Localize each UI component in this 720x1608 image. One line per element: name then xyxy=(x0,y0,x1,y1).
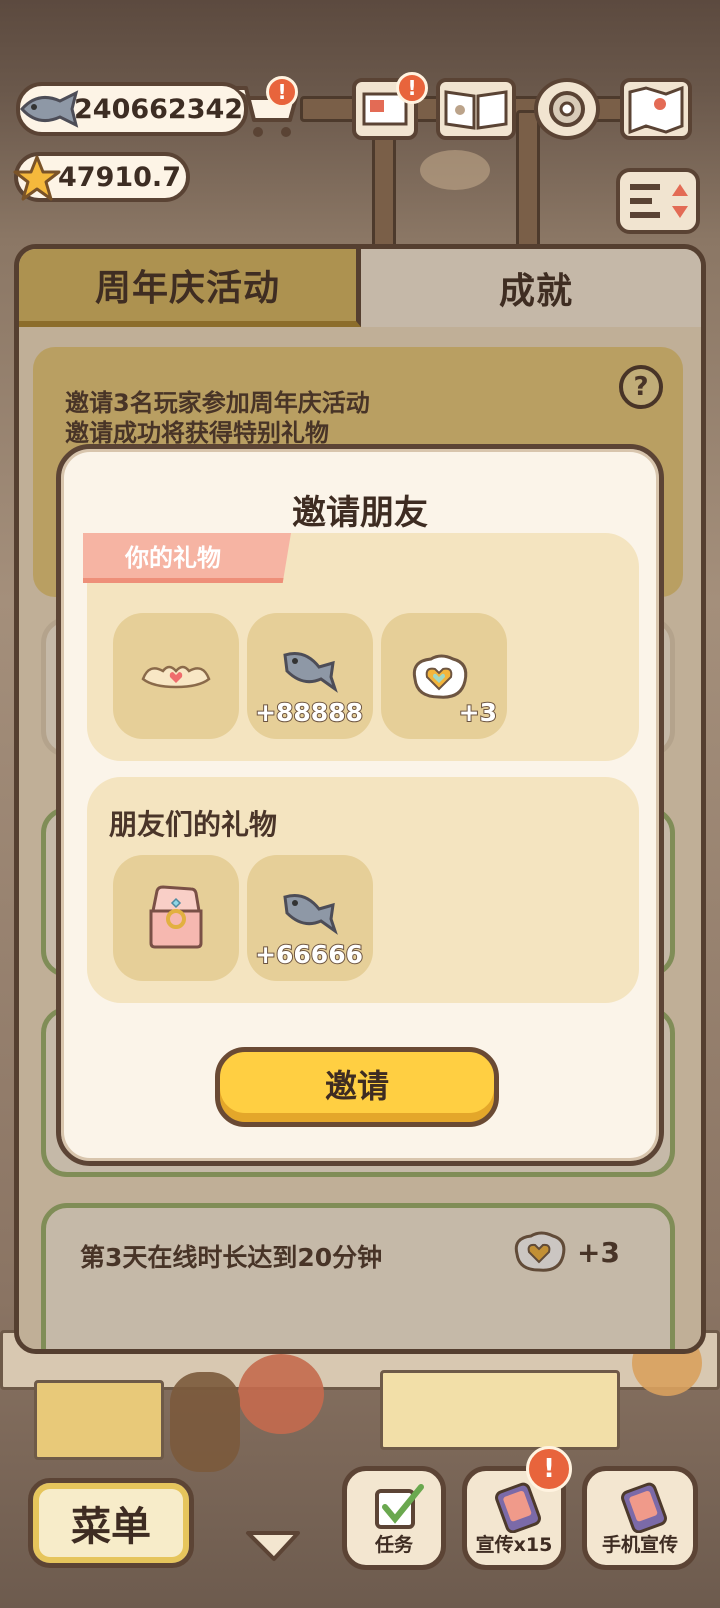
your-gifts-section: 你的礼物 +88888 +3 xyxy=(83,533,639,761)
gift-slot: +66666 xyxy=(247,855,373,981)
bread-stand xyxy=(34,1380,164,1460)
fish-icon xyxy=(19,90,79,128)
gift-count: +3 xyxy=(458,697,498,728)
fish-currency: 240662342 xyxy=(16,82,248,136)
promote-label: 宣传x15 xyxy=(475,1534,553,1556)
book-icon xyxy=(444,90,508,130)
gift-slot: +3 xyxy=(381,613,507,739)
tasks-button[interactable]: 任务 xyxy=(342,1466,446,1570)
chevron-down-icon[interactable] xyxy=(244,1527,302,1563)
recipe-book-button[interactable] xyxy=(436,78,516,140)
layout-toggle-button[interactable] xyxy=(616,168,700,234)
apple-decoration xyxy=(238,1354,324,1434)
fish-icon xyxy=(283,652,338,693)
friends-gifts-section: 朋友们的礼物 +66666 xyxy=(87,777,639,1003)
phone-icon xyxy=(621,1482,667,1533)
invite-button[interactable]: 邀请 xyxy=(215,1047,499,1127)
mail-alert-badge: ! xyxy=(396,72,428,104)
map-button[interactable] xyxy=(620,78,692,140)
friends-gifts-label: 朋友们的礼物 xyxy=(109,808,278,841)
star-icon xyxy=(13,155,61,201)
menu-button[interactable]: 菜单 xyxy=(28,1478,194,1568)
crown-wings-icon xyxy=(141,665,211,689)
promote-alert-badge: ! xyxy=(526,1446,572,1492)
heart-egg-icon xyxy=(412,654,468,699)
your-gifts-ribbon: 你的礼物 xyxy=(83,533,291,583)
phone-promote-label: 手机宣传 xyxy=(601,1534,678,1556)
bear-customer xyxy=(170,1372,240,1472)
fish-amount: 240662342 xyxy=(74,93,244,125)
wooden-post xyxy=(516,110,540,250)
gift-count: +66666 xyxy=(254,939,364,970)
gift-slot xyxy=(113,613,239,739)
toggle-icon xyxy=(630,184,688,218)
gift-count: +88888 xyxy=(254,697,364,728)
map-icon xyxy=(628,85,684,135)
phone-promote-button[interactable]: 手机宣传 xyxy=(582,1466,698,1570)
fish-icon xyxy=(283,894,338,935)
settings-button[interactable] xyxy=(534,78,600,140)
gift-slot: +88888 xyxy=(247,613,373,739)
display-table xyxy=(380,1370,620,1450)
invite-friends-dialog: 邀请朋友 你的礼物 +88888 +3 朋友们的礼物 +66666 邀请 xyxy=(56,444,664,1166)
gift-slot xyxy=(113,855,239,981)
ring-box-icon xyxy=(149,885,203,949)
checkbox-icon xyxy=(375,1484,424,1529)
star-currency: 47910.7 xyxy=(13,152,190,202)
gear-icon xyxy=(549,91,585,127)
tasks-label: 任务 xyxy=(374,1534,413,1556)
wall-decoration xyxy=(420,150,490,190)
star-amount: 47910.7 xyxy=(58,161,181,193)
dialog-title: 邀请朋友 xyxy=(292,493,428,533)
shop-alert-badge: ! xyxy=(266,76,298,108)
